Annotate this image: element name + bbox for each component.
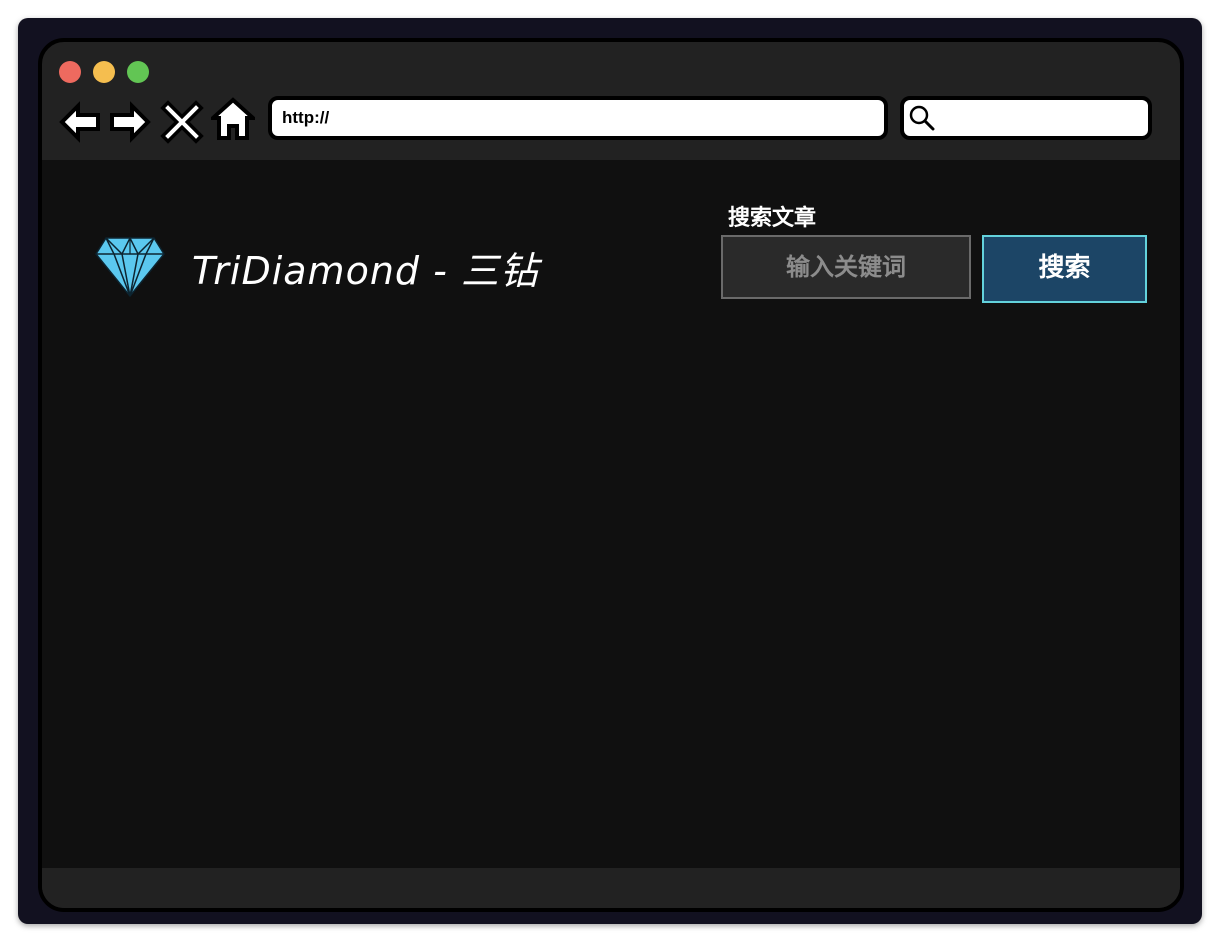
forward-arrow-icon [110,101,151,143]
close-window-button[interactable] [59,61,81,83]
back-arrow-icon [59,101,100,143]
home-button[interactable] [211,96,255,140]
maximize-window-button[interactable] [127,61,149,83]
minimize-window-button[interactable] [93,61,115,83]
back-button[interactable] [58,100,102,144]
forward-button[interactable] [108,100,152,144]
stop-button[interactable] [160,100,204,144]
browser-status-bar [42,868,1180,908]
search-button[interactable]: 搜索 [982,235,1147,303]
browser-search-field[interactable] [900,96,1152,140]
keyword-search-input[interactable] [721,235,971,299]
site-title[interactable]: TriDiamond - 三钻 [192,240,539,295]
address-bar-url: http:// [282,108,330,127]
page-content: TriDiamond - 三钻 搜索文章 搜索 [42,160,1180,868]
stop-icon [160,100,204,144]
address-bar[interactable]: http:// [268,96,888,140]
browser-outer-frame: http:// TriDiamond - 三钻 搜索文章 输入关键词 搜索 [18,18,1202,924]
home-icon [211,97,255,140]
search-articles-label: 搜索文章 [728,206,817,231]
browser-window: http:// TriDiamond - 三钻 搜索文章 输入关键词 搜索 [38,38,1184,912]
magnifier-icon [909,105,935,131]
diamond-icon [95,236,165,297]
